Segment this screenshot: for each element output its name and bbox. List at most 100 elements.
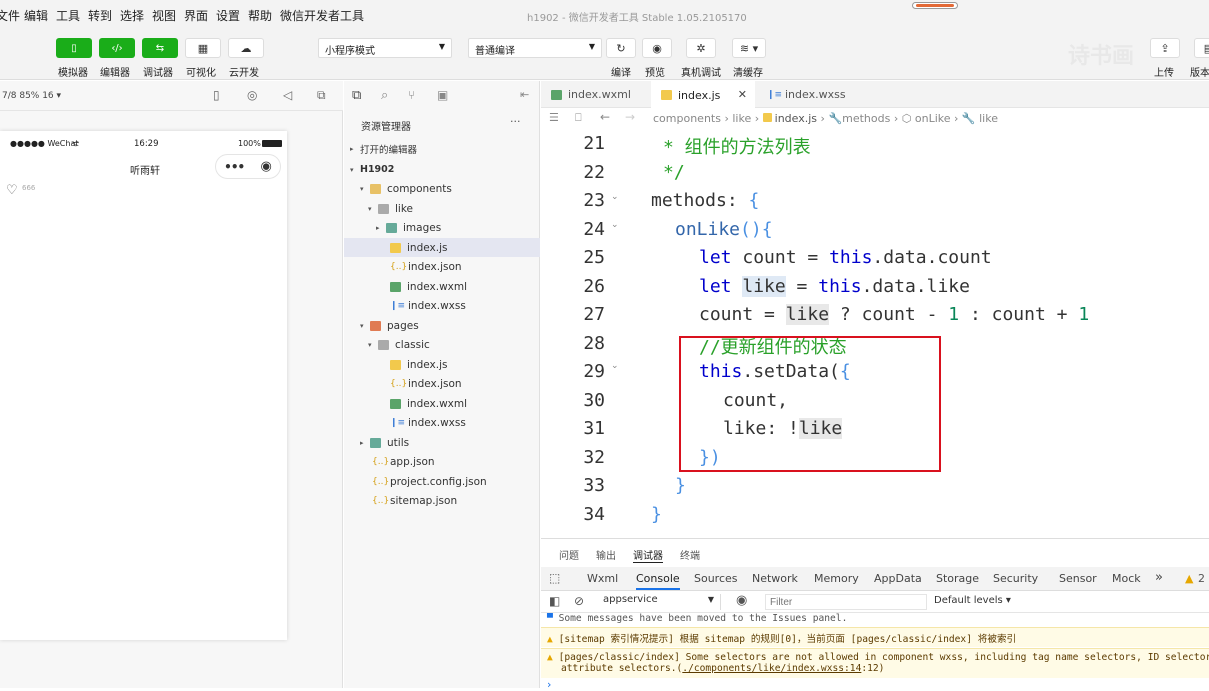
menu-interface[interactable]: 界面 xyxy=(184,7,208,24)
crumb-like[interactable]: like xyxy=(732,112,751,125)
tree-like-index-js[interactable]: index.js xyxy=(344,238,540,257)
git-icon[interactable]: ⑂ xyxy=(408,88,415,102)
tab-output[interactable]: 输出 xyxy=(596,547,616,562)
crumb-like-var[interactable]: like xyxy=(979,112,998,125)
tab-storage[interactable]: Storage xyxy=(936,572,979,585)
simulator-button[interactable]: ▯ xyxy=(56,38,92,58)
menu-goto[interactable]: 转到 xyxy=(88,7,112,24)
log-levels-select[interactable]: Default levels ▾ xyxy=(934,595,1011,606)
menu-select[interactable]: 选择 xyxy=(120,7,144,24)
tree-project-config[interactable]: {..} project.config.json xyxy=(372,472,487,491)
tree-classic-index-wxml[interactable]: index.wxml xyxy=(390,394,467,413)
record-icon[interactable]: ◎ xyxy=(247,88,257,102)
close-circle-icon[interactable]: ◉ xyxy=(260,159,271,174)
phone-icon[interactable]: ▯ xyxy=(213,88,220,102)
bookmark-icon[interactable]: ⎕ xyxy=(575,111,582,125)
compile-button[interactable]: ↻ xyxy=(606,38,636,58)
tab-appdata[interactable]: AppData xyxy=(874,572,922,585)
context-select[interactable]: appservice ▼ xyxy=(599,594,721,610)
code-editor[interactable]: 21 22 23 24 25 26 27 28 29 30 31 32 33 3… xyxy=(541,130,1209,538)
window-control[interactable] xyxy=(912,2,958,9)
tree-utils[interactable]: ▸ utils xyxy=(360,433,409,452)
tree-like-index-wxss[interactable]: ❙≡ index.wxss xyxy=(390,296,466,315)
clear-console-icon[interactable]: ⊘ xyxy=(574,594,584,608)
fold-icon[interactable]: ⌄ xyxy=(611,220,619,230)
list-icon[interactable]: ☰ xyxy=(549,111,559,124)
tree-classic-index-js[interactable]: index.js xyxy=(390,355,447,374)
capsule-menu[interactable]: ••• ◉ xyxy=(215,154,281,179)
heart-icon[interactable]: ♡ xyxy=(6,183,18,198)
tab-sensor[interactable]: Sensor xyxy=(1059,572,1097,585)
upload-button[interactable]: ⇪ xyxy=(1150,38,1180,58)
fold-icon[interactable]: ⌄ xyxy=(611,361,619,371)
menu-wechat-devtools[interactable]: 微信开发者工具 xyxy=(280,7,364,24)
tab-debugger[interactable]: 调试器 xyxy=(633,547,663,563)
tab-sources[interactable]: Sources xyxy=(694,572,738,585)
console-filter-input[interactable] xyxy=(765,594,927,610)
console-prompt[interactable]: › xyxy=(547,678,551,691)
visual-button[interactable]: ▦ xyxy=(185,38,221,58)
menu-help[interactable]: 帮助 xyxy=(248,7,272,24)
menu-tools[interactable]: 工具 xyxy=(56,7,80,24)
tree-classic[interactable]: ▾ classic xyxy=(368,335,430,354)
close-icon[interactable]: ✕ xyxy=(738,88,747,101)
editor-button[interactable]: ‹/› xyxy=(99,38,135,58)
tree-images[interactable]: ▸ images xyxy=(376,218,441,237)
tab-index-js[interactable]: index.js ✕ xyxy=(651,81,755,108)
mode-select[interactable]: 小程序模式 ▼ xyxy=(318,38,452,58)
preview-button[interactable]: ◉ xyxy=(642,38,672,58)
crumb-onlike[interactable]: onLike xyxy=(915,112,951,125)
tree-components[interactable]: ▾ components xyxy=(360,179,452,198)
tab-wxml[interactable]: Wxml xyxy=(587,572,618,585)
tree-pages[interactable]: ▾ pages xyxy=(360,316,419,335)
more-icon[interactable]: ••• xyxy=(224,160,245,174)
debugger-button[interactable]: ⇆ xyxy=(142,38,178,58)
device-select[interactable]: 7/8 85% 16 ▾ xyxy=(2,91,61,101)
tree-like-index-wxml[interactable]: index.wxml xyxy=(390,277,467,296)
back-arrow-icon[interactable]: ← xyxy=(600,110,610,124)
more-icon[interactable]: ··· xyxy=(510,115,521,128)
tree-sitemap[interactable]: {..} sitemap.json xyxy=(372,491,457,510)
tab-problems[interactable]: 问题 xyxy=(559,547,579,562)
eye-icon[interactable]: ◉ xyxy=(736,593,747,608)
menu-edit[interactable]: 编辑 xyxy=(24,7,48,24)
warning-icon[interactable]: ▲ xyxy=(1185,572,1193,585)
tree-app-json[interactable]: {..} app.json xyxy=(372,452,435,471)
tab-network[interactable]: Network xyxy=(752,572,798,585)
tab-index-wxss[interactable]: ❙≡ index.wxss xyxy=(757,81,869,108)
popout-icon[interactable]: ⧉ xyxy=(317,88,326,103)
crumb-components[interactable]: components xyxy=(653,112,721,125)
compile-select[interactable]: 普通编译 ▼ xyxy=(468,38,602,58)
tab-console[interactable]: Console xyxy=(636,572,680,590)
real-debug-button[interactable]: ✲ xyxy=(686,38,716,58)
files-icon[interactable]: ⧉ xyxy=(352,88,361,103)
menu-view[interactable]: 视图 xyxy=(152,7,176,24)
tab-index-wxml[interactable]: index.wxml xyxy=(541,81,649,108)
version-button[interactable]: ▤ xyxy=(1194,38,1209,58)
menu-file[interactable]: 文件 xyxy=(0,7,20,24)
menu-settings[interactable]: 设置 xyxy=(216,7,240,24)
tab-terminal[interactable]: 终端 xyxy=(680,547,700,562)
fold-icon[interactable]: ⌄ xyxy=(611,192,619,202)
clear-cache-button[interactable]: ≋ ▾ xyxy=(732,38,766,58)
open-editors-section[interactable]: ▸ 打开的编辑器 xyxy=(350,139,417,158)
source-link[interactable]: ./components/like/index.wxss:14 xyxy=(682,663,861,674)
forward-arrow-icon[interactable]: → xyxy=(625,110,635,124)
crumb-file[interactable]: index.js xyxy=(775,112,817,125)
project-root[interactable]: ▾ H1902 xyxy=(350,160,394,179)
inspect-icon[interactable]: ⬚ xyxy=(549,571,560,585)
tree-classic-index-wxss[interactable]: ❙≡ index.wxss xyxy=(390,413,466,432)
tab-memory[interactable]: Memory xyxy=(814,572,859,585)
collapse-icon[interactable]: ⇤ xyxy=(520,88,529,101)
cloud-button[interactable]: ☁ xyxy=(228,38,264,58)
crumb-methods[interactable]: methods xyxy=(842,112,890,125)
sidebar-toggle-icon[interactable]: ◧ xyxy=(549,594,560,608)
tree-like[interactable]: ▾ like xyxy=(368,199,413,218)
tree-classic-index-json[interactable]: {..} index.json xyxy=(390,374,462,393)
debug-panel-icon[interactable]: ▣ xyxy=(437,88,448,102)
search-icon[interactable]: ⌕ xyxy=(381,88,388,103)
more-tabs-icon[interactable]: » xyxy=(1155,570,1163,585)
tree-like-index-json[interactable]: {..} index.json xyxy=(390,257,462,276)
tab-mock[interactable]: Mock xyxy=(1112,572,1141,585)
tab-security[interactable]: Security xyxy=(993,572,1038,585)
